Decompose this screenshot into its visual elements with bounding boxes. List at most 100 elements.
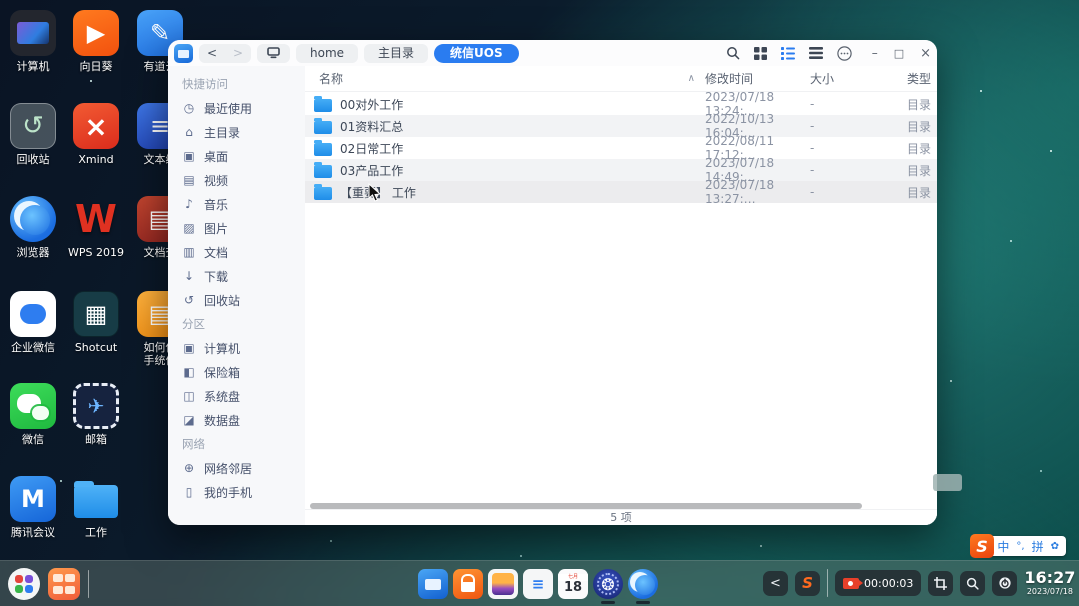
trash-icon: ↺	[183, 293, 195, 307]
sogou-ime-bar[interactable]: S 中 °, 拼 ✿	[970, 534, 1066, 558]
desktop-icon-wechat[interactable]: 微信	[4, 383, 62, 446]
file-rows: 00对外工作 2023/07/18 13:24:… - 目录 01资料汇总 20…	[305, 90, 937, 206]
minimize-button[interactable]: –	[872, 46, 878, 60]
launcher-icon[interactable]	[8, 568, 40, 600]
clock-widget[interactable]: 16:27 2023/07/18	[1024, 570, 1075, 596]
table-row[interactable]: 【重要】 工作 2023/07/18 13:27:… - 目录	[305, 178, 937, 206]
menu-icon[interactable]	[836, 45, 852, 61]
taskbar-text-editor[interactable]: ≡	[522, 567, 554, 601]
taskbar-file-manager[interactable]	[417, 567, 449, 601]
desktop-icon-sunflower[interactable]: ▶ 向日葵	[67, 10, 125, 73]
nav-buttons: < >	[199, 43, 251, 63]
sidebar-item-recent[interactable]: ◷ 最近使用	[168, 96, 305, 120]
taskbar-gallery[interactable]	[487, 567, 519, 601]
taskbar-calendar[interactable]: 七月 18	[557, 567, 589, 601]
sidebar-item-trash[interactable]: ↺ 回收站	[168, 288, 305, 312]
desktop-icon-trash[interactable]: ↺ 回收站	[4, 103, 62, 166]
sidebar-item-network-neighbors[interactable]: ⊕ 网络邻居	[168, 456, 305, 480]
sidebar-item-pictures[interactable]: ▨ 图片	[168, 216, 305, 240]
screen-recorder-widget[interactable]: 00:00:03	[835, 570, 922, 596]
browser-icon	[10, 196, 56, 242]
table-row[interactable]: 00对外工作 2023/07/18 13:24:… - 目录	[305, 90, 937, 118]
window-edge-handle[interactable]	[933, 474, 962, 491]
desktop-icon-computer[interactable]: 计算机	[4, 10, 62, 73]
file-list-area: 名称 ∧ 修改时间 大小 类型 00对外工作 2023/07/18 13:24:…	[305, 66, 937, 525]
phone-icon: ▯	[185, 485, 193, 499]
desktop-icon-shotcut[interactable]: ▦ Shotcut	[67, 291, 125, 354]
breadcrumb-current[interactable]: 统信UOS	[434, 43, 519, 63]
sidebar-item-home[interactable]: ⌂ 主目录	[168, 120, 305, 144]
sogou-logo-icon[interactable]: S	[970, 534, 994, 558]
photos-icon	[488, 569, 518, 599]
sidebar-section-quick-access: 快捷访问	[182, 77, 228, 91]
taskbar-app-store[interactable]	[452, 567, 484, 601]
text-editor-icon: ≡	[523, 569, 553, 599]
desktop-icon-work-folder[interactable]: 工作	[67, 476, 125, 539]
sidebar-item-system-disk[interactable]: ◫ 系统盘	[168, 384, 305, 408]
icon-label: WPS 2019	[68, 246, 124, 259]
taskbar-control-center[interactable]: ❂	[592, 567, 624, 604]
ime-mode-chinese[interactable]: 中	[997, 538, 1009, 555]
screenshot-button[interactable]	[928, 570, 954, 596]
search-button[interactable]	[960, 570, 986, 596]
breadcrumb-home[interactable]: home	[296, 43, 359, 63]
sidebar-item-downloads[interactable]: ↓ 下载	[168, 264, 305, 288]
close-button[interactable]: ×	[920, 46, 931, 61]
icon-label: Shotcut	[74, 341, 118, 354]
desktop-icon-browser[interactable]: 浏览器	[4, 196, 62, 259]
titlebar[interactable]: < > home 主目录 统信UOS – □ ×	[168, 40, 937, 66]
sidebar-item-documents[interactable]: ▥ 文档	[168, 240, 305, 264]
breadcrumb-parent[interactable]: 主目录	[364, 43, 429, 63]
icon-label: 邮箱	[85, 433, 107, 446]
sidebar-item-desktop[interactable]: ▣ 桌面	[168, 144, 305, 168]
search-icon[interactable]	[726, 46, 740, 60]
desktop-icon-wps[interactable]: W WPS 2019	[67, 196, 125, 259]
download-icon: ↓	[183, 269, 195, 283]
tray-collapse-button[interactable]: <	[763, 570, 788, 596]
icon-label: 腾讯会议	[11, 526, 55, 539]
folder-icon	[314, 139, 332, 156]
browser-icon	[628, 569, 658, 599]
list-view-icon[interactable]	[780, 46, 795, 60]
ime-punctuation[interactable]: °,	[1016, 541, 1024, 552]
desktop-icon-tencent-meeting[interactable]: M 腾讯会议	[4, 476, 62, 539]
desktop-icon-wechat-work[interactable]: 企业微信	[4, 291, 62, 354]
video-icon: ▤	[183, 173, 195, 187]
ime-settings-icon[interactable]: ✿	[1051, 541, 1059, 552]
ime-pinyin[interactable]: 拼	[1032, 538, 1044, 555]
app-grid-icon[interactable]	[48, 568, 80, 600]
sidebar-item-vault[interactable]: ◧ 保险箱	[168, 360, 305, 384]
taskbar-browser[interactable]	[627, 567, 659, 604]
control-center-icon: ❂	[593, 569, 623, 599]
column-name[interactable]: 名称 ∧	[305, 70, 705, 87]
detail-view-icon[interactable]	[808, 47, 823, 59]
record-camera-icon	[843, 577, 863, 589]
table-row[interactable]: 02日常工作 2022/08/11 17:12:… - 目录	[305, 134, 937, 162]
column-headers: 名称 ∧ 修改时间 大小 类型	[305, 66, 937, 92]
desktop-icon-xmind[interactable]: × Xmind	[67, 103, 125, 166]
icon-label: Xmind	[78, 153, 114, 166]
table-row[interactable]: 01资料汇总 2022/10/13 16:04:… - 目录	[305, 112, 937, 140]
sidebar-item-computer[interactable]: ▣ 计算机	[168, 336, 305, 360]
forward-button[interactable]: >	[225, 44, 251, 63]
sidebar-item-videos[interactable]: ▤ 视频	[168, 168, 305, 192]
running-indicator	[601, 601, 615, 604]
back-button[interactable]: <	[199, 44, 225, 63]
sidebar-item-my-phone[interactable]: ▯ 我的手机	[168, 480, 305, 504]
table-row[interactable]: 03产品工作 2023/07/18 14:49:… - 目录	[305, 156, 937, 184]
column-time[interactable]: 修改时间	[705, 70, 810, 87]
maximize-button[interactable]: □	[894, 47, 904, 60]
breadcrumb-computer[interactable]	[257, 43, 290, 63]
icon-view-icon[interactable]	[753, 46, 767, 60]
sort-ascending-icon[interactable]: ∧	[688, 73, 695, 84]
sidebar-item-data-disk[interactable]: ◪ 数据盘	[168, 408, 305, 432]
sogou-tray-icon[interactable]: S	[795, 570, 820, 596]
column-type[interactable]: 类型	[907, 70, 937, 87]
globe-icon: ⊕	[183, 461, 195, 475]
clock-icon: ◷	[183, 101, 195, 115]
power-button[interactable]	[992, 570, 1018, 596]
desktop-icon-mail[interactable]: ✈ 邮箱	[67, 383, 125, 446]
sidebar-item-music[interactable]: ♪ 音乐	[168, 192, 305, 216]
column-size[interactable]: 大小	[810, 70, 907, 87]
file-manager-window: < > home 主目录 统信UOS – □ × 快捷访问 ◷ 最近使用 ⌂ 主目录…	[168, 40, 937, 525]
